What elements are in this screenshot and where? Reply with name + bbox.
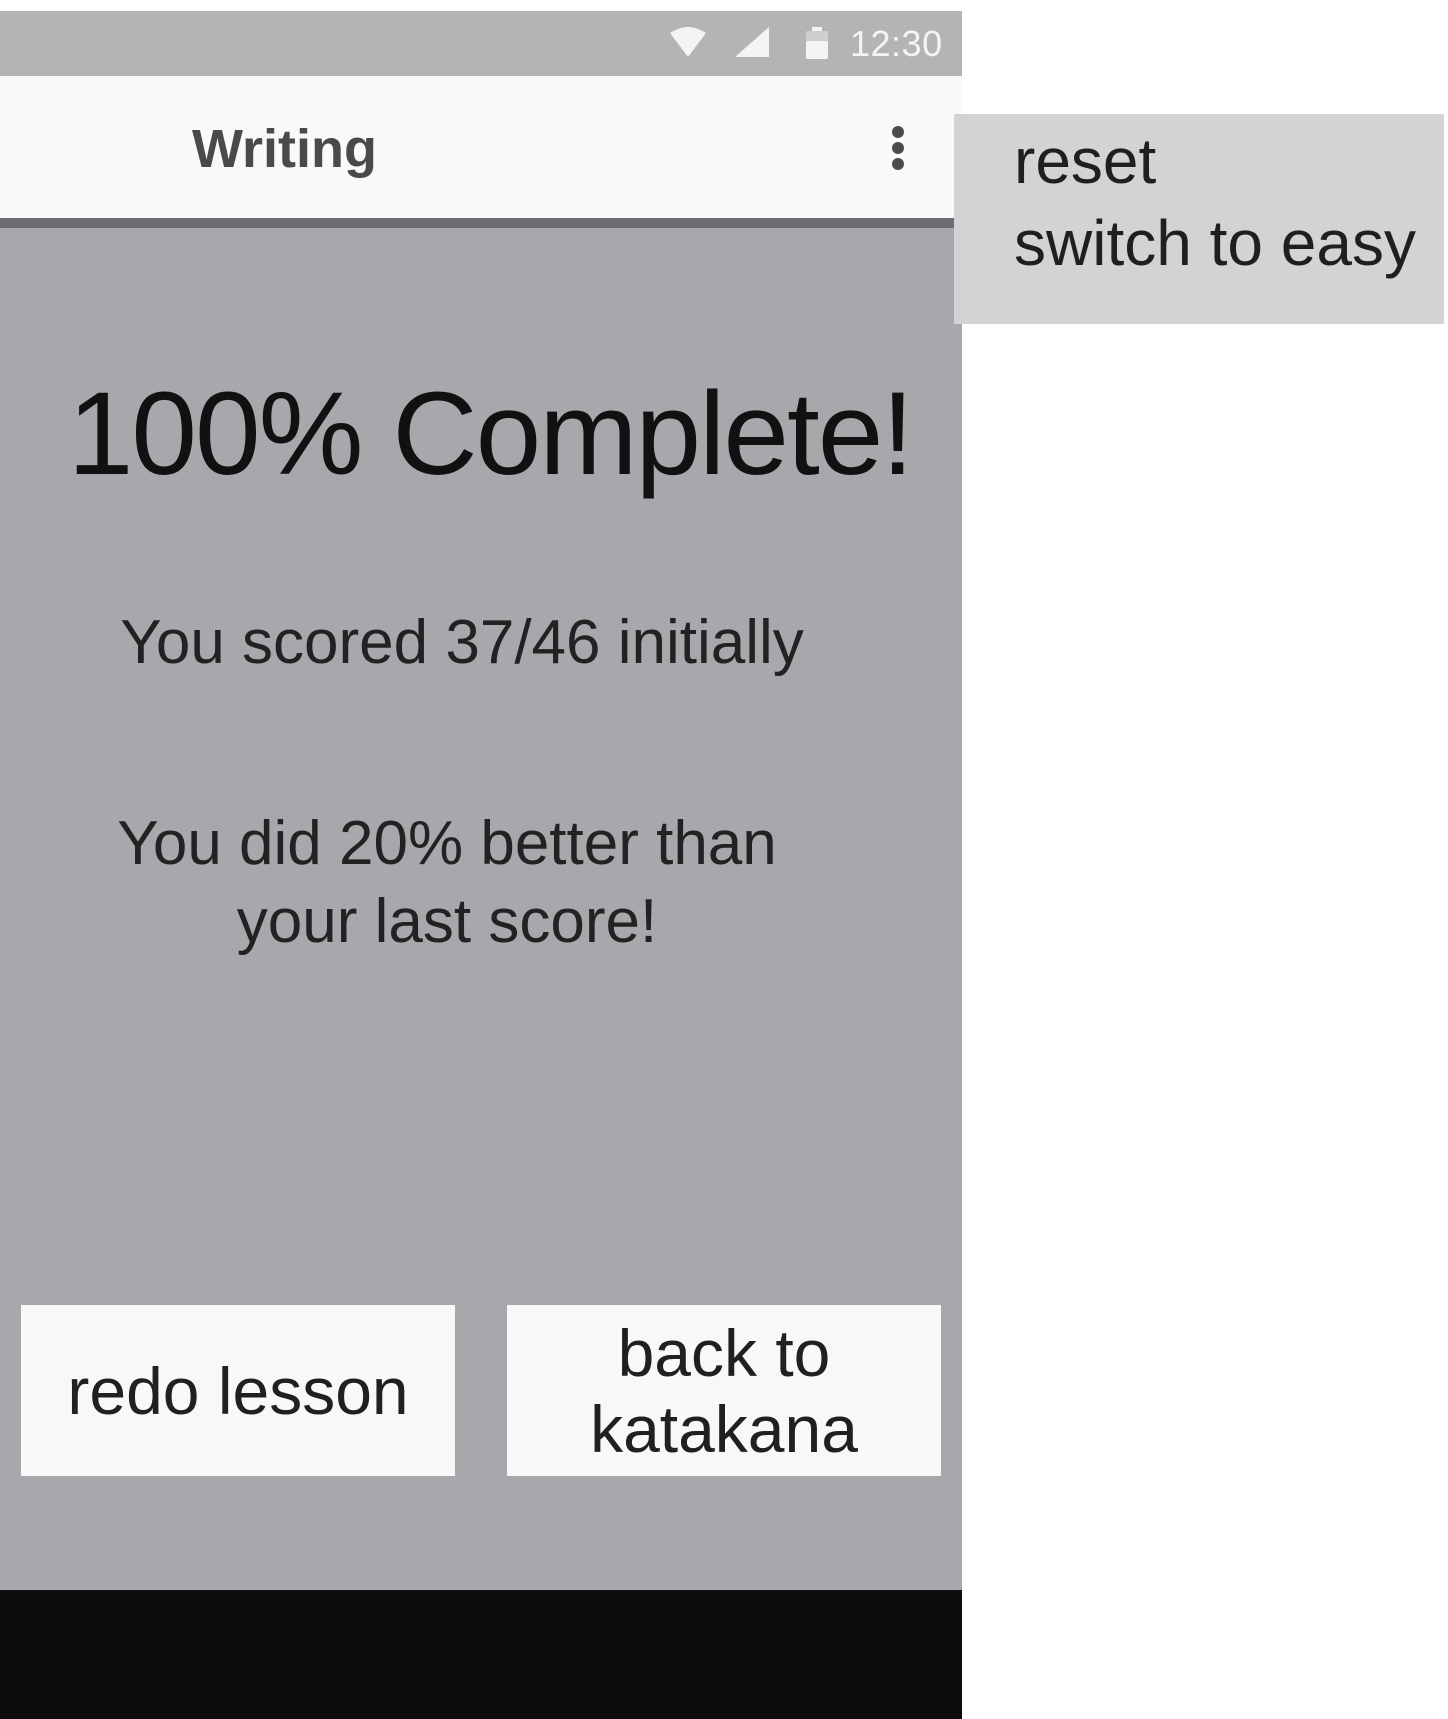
status-bar: 12:30	[0, 11, 962, 76]
page-title: Writing	[192, 119, 377, 179]
menu-item-switch-to-easy[interactable]: switch to easy	[1014, 206, 1416, 280]
battery-icon	[806, 27, 828, 59]
phone-screen: 12:30 Writing 100% Complete! You scored …	[0, 11, 962, 1719]
navigation-bar	[0, 1590, 962, 1719]
improvement-text: You did 20% better than your last score!	[0, 805, 894, 961]
overflow-menu: reset switch to easy	[954, 114, 1444, 324]
more-vert-icon[interactable]	[878, 126, 918, 174]
wifi-icon	[670, 27, 706, 57]
improvement-line-2: your last score!	[236, 887, 658, 956]
initial-score-text: You scored 37/46 initially	[120, 608, 804, 677]
signal-icon	[735, 27, 769, 57]
menu-item-reset[interactable]: reset	[1014, 124, 1156, 198]
improvement-line-1: You did 20% better than	[117, 809, 777, 878]
app-bar: Writing	[0, 76, 962, 228]
completion-heading: 100% Complete!	[67, 368, 914, 500]
back-to-katakana-button[interactable]: back to katakana	[507, 1305, 941, 1476]
status-time: 12:30	[850, 23, 943, 64]
redo-lesson-button[interactable]: redo lesson	[21, 1305, 455, 1476]
